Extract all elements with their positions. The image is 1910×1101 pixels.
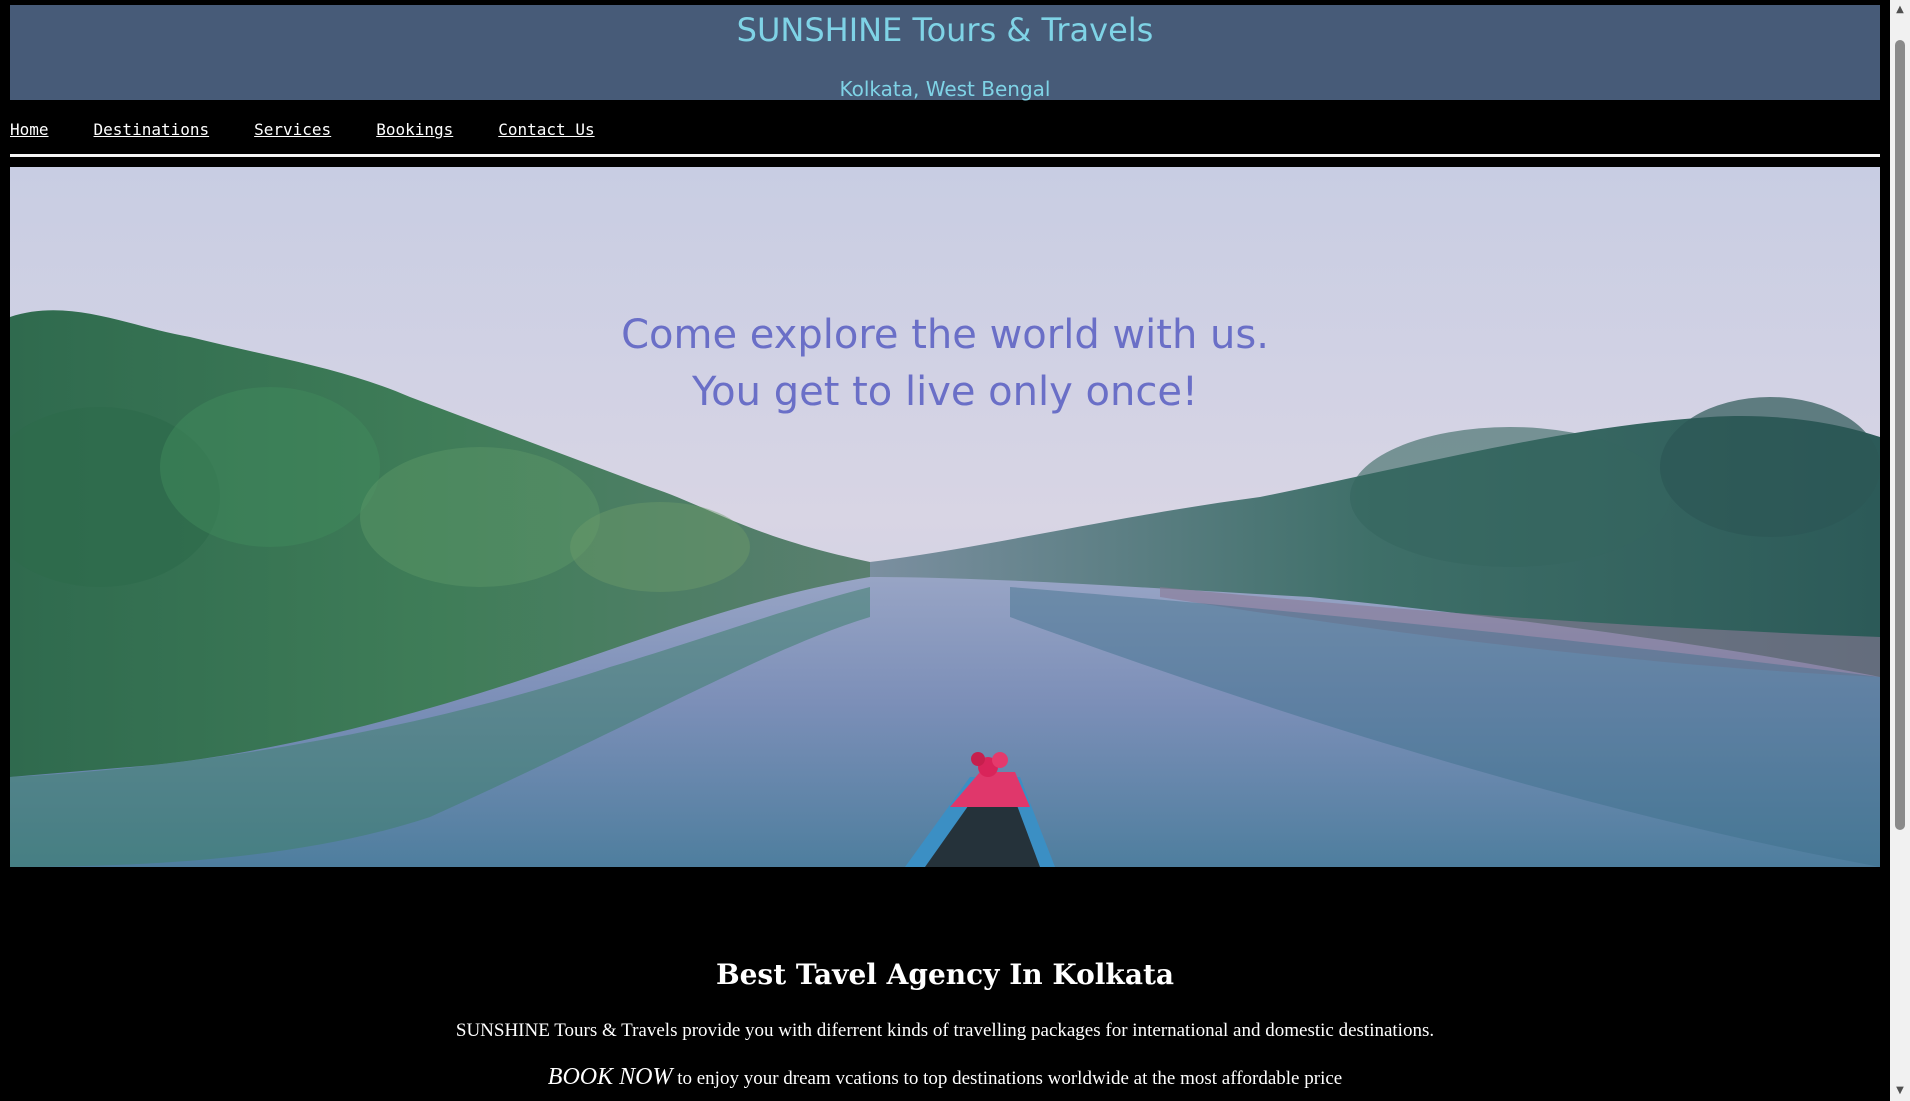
booking-paragraph-text: to enjoy your dream vcations to top dest… [672, 1068, 1343, 1089]
arrow-down-icon[interactable]: ▼ [1890, 1081, 1910, 1101]
booking-paragraph: BOOK NOW to enjoy your dream vcations to… [0, 1064, 1890, 1091]
content-heading: Best Tavel Agency In Kolkata [715, 958, 1175, 991]
nav-destinations-link[interactable]: Destinations [94, 120, 210, 142]
hero-tagline-line1: Come explore the world with us. [621, 312, 1269, 358]
vertical-scrollbar[interactable]: ▲ ▼ [1890, 0, 1910, 1101]
site-subtitle: Kolkata, West Bengal [839, 77, 1051, 101]
hero-tagline-line2: You get to live only once! [692, 369, 1198, 415]
book-now-text: BOOK NOW [547, 1064, 673, 1090]
page: SUNSHINE Tours & Travels Kolkata, West B… [0, 0, 1890, 1101]
site-title: SUNSHINE Tours & Travels [736, 11, 1154, 49]
main-nav: Home Destinations Services Bookings Cont… [10, 120, 640, 142]
hero-banner: Come explore the world with us. You get … [10, 167, 1880, 867]
nav-home-link[interactable]: Home [10, 120, 49, 142]
site-header: SUNSHINE Tours & Travels Kolkata, West B… [10, 5, 1880, 101]
nav-bookings-link[interactable]: Bookings [376, 120, 453, 142]
nav-contact-link[interactable]: Contact Us [498, 120, 594, 142]
scrollbar-thumb[interactable] [1895, 40, 1905, 830]
nav-services-link[interactable]: Services [254, 120, 331, 142]
arrow-up-icon[interactable]: ▲ [1890, 0, 1910, 20]
intro-paragraph: SUNSHINE Tours & Travels provide you wit… [455, 1020, 1435, 1041]
nav-divider [10, 154, 1880, 157]
hero-image [10, 167, 1880, 867]
